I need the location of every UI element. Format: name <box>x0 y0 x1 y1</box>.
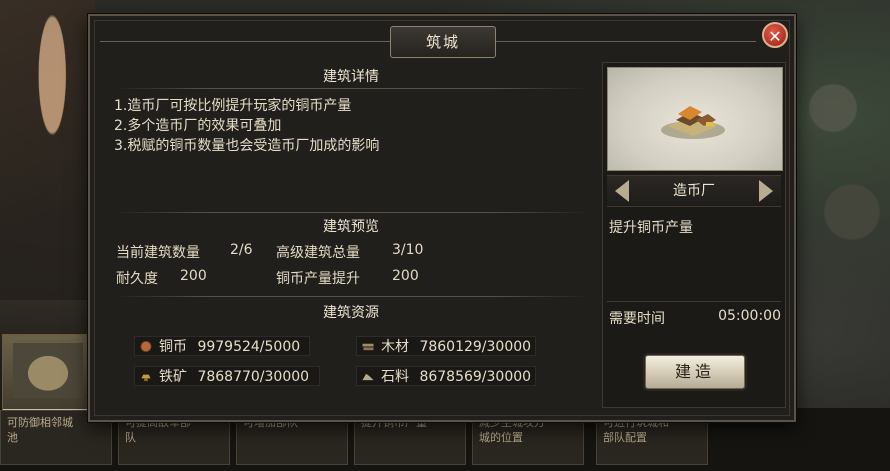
card-line: 部队配置 <box>603 431 647 444</box>
card-line: 队 <box>125 431 136 444</box>
building-preview-image <box>607 67 783 171</box>
resource-value: 8678569/30000 <box>419 369 532 385</box>
time-label: 需要时间 <box>609 311 665 327</box>
close-icon[interactable]: ✕ <box>762 22 788 48</box>
advanced-total-label: 高级建筑总量 <box>276 245 360 261</box>
resource-value: 7868770/30000 <box>197 369 310 385</box>
resources-title: 建筑资源 <box>323 305 379 321</box>
build-city-dialog: 筑城 ✕ 建筑详情 1.造币厂可按比例提升玩家的铜币产量 2.多个造币厂的效果可… <box>88 14 796 422</box>
section-divider <box>114 88 588 89</box>
advanced-total-value: 3/10 <box>392 242 424 258</box>
resource-iron: 铁矿 7868770/30000 <box>134 366 320 386</box>
resource-label: 石料 <box>381 369 409 385</box>
wood-icon <box>362 343 374 351</box>
current-count-value: 2/6 <box>230 242 253 258</box>
copper-coin-icon <box>140 341 152 352</box>
copper-boost-label: 铜币产量提升 <box>276 271 360 287</box>
arrow-tower-thumbnail <box>13 343 83 398</box>
building-info-panel: 建筑详情 1.造币厂可按比例提升玩家的铜币产量 2.多个造币厂的效果可叠加 3.… <box>104 60 598 408</box>
title-divider <box>100 41 390 42</box>
title-divider <box>494 41 756 42</box>
card-line: 城的位置 <box>479 431 523 444</box>
section-divider <box>114 212 588 213</box>
arrow-right-icon[interactable] <box>759 180 773 202</box>
general-portrait <box>0 0 95 300</box>
current-count-label: 当前建筑数量 <box>116 245 200 261</box>
iron-ore-icon <box>141 374 151 382</box>
detail-line: 1.造币厂可按比例提升玩家的铜币产量 <box>114 98 352 114</box>
durability-label: 耐久度 <box>116 271 158 287</box>
copper-boost-value: 200 <box>392 268 419 284</box>
building-name-selector: 造币厂 <box>607 175 781 207</box>
time-value: 05:00:00 <box>718 308 781 324</box>
building-name: 造币厂 <box>673 183 715 199</box>
card-line: 池 <box>7 431 18 444</box>
section-divider <box>114 296 588 297</box>
detail-line: 3.税赋的铜币数量也会受造币厂加成的影响 <box>114 138 380 154</box>
details-title: 建筑详情 <box>323 69 379 85</box>
durability-value: 200 <box>180 268 207 284</box>
resource-label: 铁矿 <box>159 369 187 385</box>
resource-copper: 铜币 9979524/5000 <box>134 336 310 356</box>
resource-label: 木材 <box>381 339 409 355</box>
building-select-panel: 造币厂 提升铜币产量 需要时间 05:00:00 建造 <box>602 62 786 408</box>
map-terrain <box>795 30 890 290</box>
stone-icon <box>362 373 374 381</box>
resource-wood: 木材 7860129/30000 <box>356 336 536 356</box>
details-list: 1.造币厂可按比例提升玩家的铜币产量 2.多个造币厂的效果可叠加 3.税赋的铜币… <box>114 96 379 156</box>
preview-title: 建筑预览 <box>323 219 379 235</box>
resource-value: 9979524/5000 <box>197 339 301 355</box>
resource-value: 7860129/30000 <box>419 339 532 355</box>
mint-building-icon <box>661 106 725 139</box>
detail-line: 2.多个造币厂的效果可叠加 <box>114 118 282 134</box>
build-button[interactable]: 建造 <box>645 355 745 389</box>
building-description: 提升铜币产量 <box>609 220 693 236</box>
dialog-title: 筑城 <box>390 26 496 58</box>
resource-label: 铜币 <box>159 339 187 355</box>
section-divider <box>607 301 781 302</box>
resource-stone: 石料 8678569/30000 <box>356 366 536 386</box>
